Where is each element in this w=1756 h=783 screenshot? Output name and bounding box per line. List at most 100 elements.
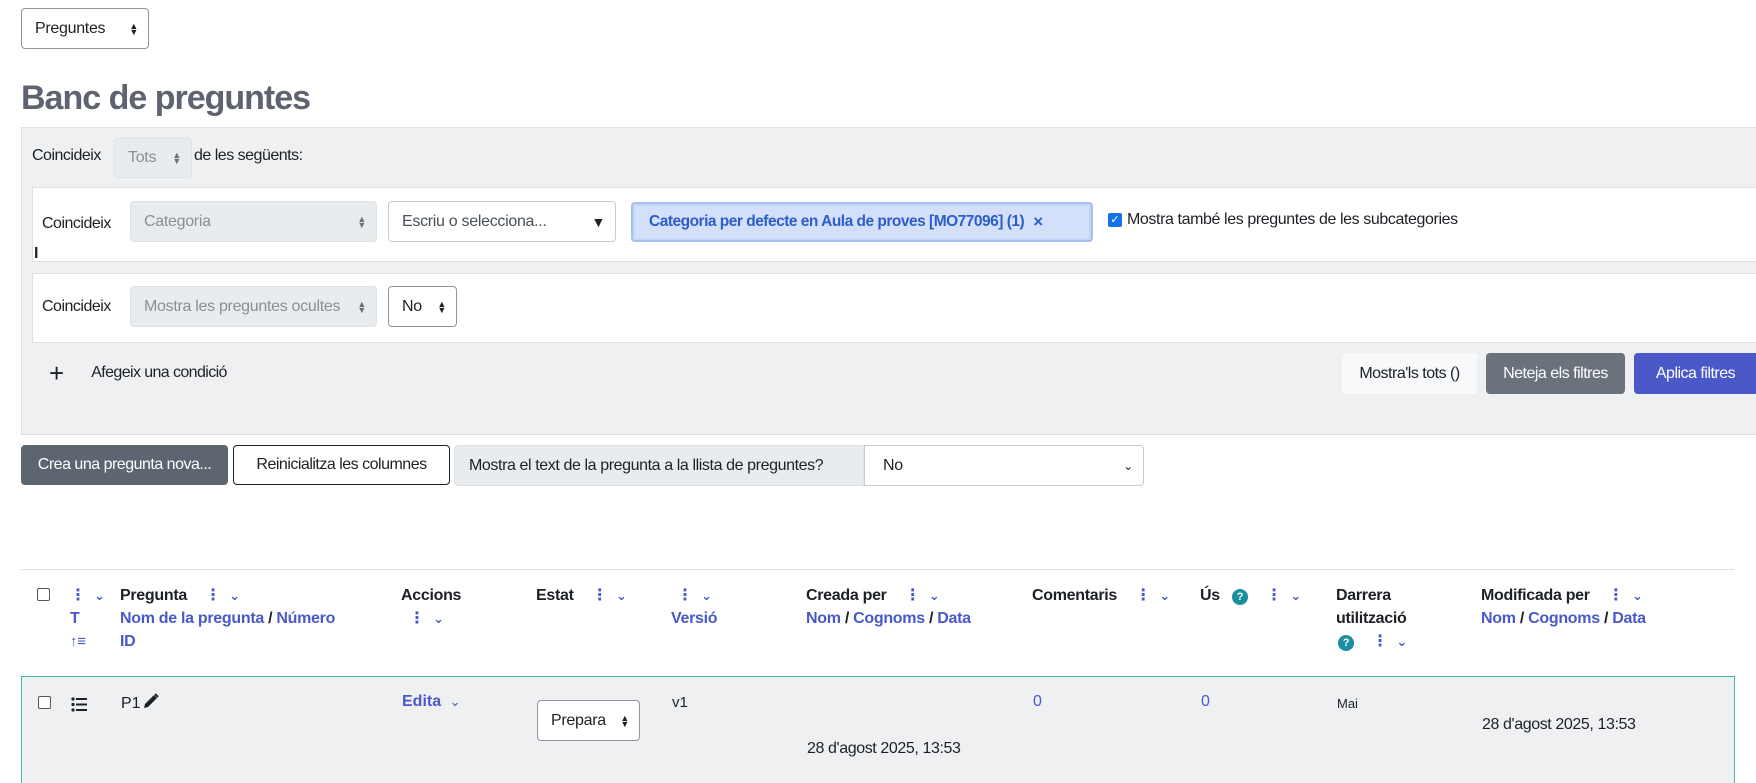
condition-match-label: Coincideix — [42, 298, 111, 315]
chevron-down-icon[interactable]: ⌄ — [616, 588, 627, 603]
show-question-text-select[interactable]: No ⌄ — [864, 445, 1144, 486]
modified-by-column-header: Modificada per ⋮ ⌄ Nom / Cognoms / Data — [1481, 584, 1646, 630]
row-actions-label: Edita — [402, 693, 442, 710]
last-used-column-header: Darrera utilització ? ⋮ ⌄ — [1336, 584, 1407, 653]
column-menu-icon[interactable]: ⋮ — [1608, 587, 1624, 604]
sort-by-firstname-link[interactable]: Nom — [1481, 610, 1516, 627]
plus-icon: + — [49, 358, 65, 388]
column-menu-icon[interactable]: ⋮ — [1372, 633, 1388, 650]
chevron-down-icon[interactable]: ⌄ — [1290, 588, 1301, 603]
chevron-down-icon[interactable]: ⌄ — [94, 588, 105, 603]
column-menu-icon[interactable]: ⋮ — [592, 587, 608, 604]
apply-filters-button[interactable]: Aplica filtres — [1634, 353, 1756, 394]
question-status-value: Prepara — [551, 711, 606, 729]
created-by-column-header: Creada per ⋮ ⌄ Nom / Cognoms / Data — [806, 584, 971, 630]
chevron-down-icon[interactable]: ⌄ — [433, 611, 444, 626]
show-question-text-value: No — [883, 456, 903, 474]
chevron-down-icon[interactable]: ⌄ — [229, 588, 240, 603]
column-menu-icon[interactable]: ⋮ — [905, 587, 921, 604]
condition-type-select[interactable]: Mostra les preguntes ocultes ▲ ▼ — [130, 286, 377, 327]
select-arrows-icon: ▲ ▼ — [129, 20, 138, 37]
join-label: I — [34, 245, 39, 262]
column-menu-icon[interactable]: ⋮ — [1135, 587, 1151, 604]
comments-column-header: Comentaris ⋮ ⌄ — [1032, 584, 1170, 607]
filter-condition-category: Coincideix Categoria ▲ ▼ Escriu o selecci… — [32, 187, 1756, 262]
row-actions-menu[interactable]: Edita ⌄ — [402, 693, 460, 711]
chevron-down-icon: ⌄ — [1123, 458, 1133, 473]
condition-type-select[interactable]: Categoria ▲ ▼ — [130, 201, 377, 242]
add-condition-button[interactable]: + Afegeix una condició — [42, 353, 262, 393]
status-column-header: Estat ⋮ ⌄ — [536, 584, 627, 607]
reset-columns-button[interactable]: Reinicialitza les columnes — [233, 445, 450, 485]
usage-count-link[interactable]: 0 — [1201, 693, 1210, 711]
header-separator: / — [1519, 610, 1524, 627]
actions-header-label: Accions — [401, 587, 462, 604]
category-chip-label: Categoria per defecte en Aula de proves … — [649, 213, 1025, 230]
help-icon[interactable]: ? — [1232, 589, 1249, 605]
last-used-header-label-1: Darrera — [1336, 587, 1391, 604]
select-arrows-icon: ▲ ▼ — [437, 298, 446, 315]
question-column-header: Pregunta ⋮ ⌄ Nom de la pregunta / Número… — [120, 584, 335, 653]
header-separator: / — [844, 610, 849, 627]
multichoice-type-icon — [71, 697, 87, 712]
question-bank-nav-select[interactable]: Preguntes ▲ ▼ — [21, 8, 149, 49]
filter-match-select[interactable]: Tots ▲ ▼ — [114, 138, 192, 178]
remove-chip-icon[interactable]: × — [1033, 212, 1043, 232]
column-menu-icon[interactable]: ⋮ — [205, 587, 221, 604]
header-separator: / — [928, 610, 934, 627]
category-search-input[interactable]: Escriu o selecciona... ▼ — [388, 201, 616, 242]
chevron-down-icon[interactable]: ⌄ — [929, 588, 940, 603]
usage-column-header: Ús ? ⋮ ⌄ — [1200, 584, 1301, 607]
modified-date: 28 d'agost 2025, 13:53 — [1482, 716, 1636, 733]
question-header-label: Pregunta — [120, 587, 187, 604]
nav-select-value: Preguntes — [35, 19, 106, 37]
subcategories-label: Mostra també les preguntes de les subcat… — [1127, 211, 1458, 228]
page-title: Banc de preguntes — [21, 79, 311, 117]
row-select-checkbox[interactable] — [38, 696, 51, 709]
chevron-down-icon[interactable]: ⌄ — [1632, 588, 1643, 603]
selected-category-chip[interactable]: Categoria per defecte en Aula de proves … — [631, 202, 1093, 242]
sort-by-number-link[interactable]: Número — [276, 610, 335, 627]
column-menu-icon[interactable]: ⋮ — [677, 587, 693, 604]
show-all-button[interactable]: Mostra'ls tots () — [1342, 353, 1477, 394]
column-menu-icon[interactable]: ⋮ — [70, 587, 86, 604]
chevron-down-icon[interactable]: ⌄ — [1159, 588, 1170, 603]
select-all-checkbox[interactable] — [37, 588, 50, 601]
question-status-select[interactable]: Prepara ▲ ▼ — [537, 700, 640, 741]
sort-by-name-link[interactable]: Nom de la pregunta — [120, 610, 264, 627]
status-header-label: Estat — [536, 587, 574, 604]
filter-panel: Coincideix Tots ▲ ▼ de les següents: Coin… — [21, 127, 1756, 435]
help-icon[interactable]: ? — [1338, 635, 1354, 651]
sort-by-date-link[interactable]: Data — [937, 610, 971, 627]
hidden-value-select[interactable]: No ▲ ▼ — [388, 286, 457, 327]
type-sort-link[interactable]: T — [70, 610, 80, 627]
show-question-text-label: Mostra el text de la pregunta a la llist… — [454, 445, 864, 486]
dropdown-triangle-icon[interactable]: ▼ — [591, 214, 605, 230]
sort-by-lastname-link[interactable]: Cognoms — [853, 610, 925, 627]
sort-ascending-icon[interactable]: ↑≡ — [70, 633, 86, 650]
sort-by-id-link[interactable]: ID — [120, 633, 136, 650]
edit-pencil-icon[interactable] — [143, 693, 159, 714]
filter-match-label: Coincideix — [32, 147, 101, 164]
sort-by-lastname-link[interactable]: Cognoms — [1528, 610, 1600, 627]
column-menu-icon[interactable]: ⋮ — [1266, 587, 1282, 604]
clear-filters-button[interactable]: Neteja els filtres — [1486, 353, 1625, 394]
last-used-value: Mai — [1337, 696, 1358, 711]
column-menu-icon[interactable]: ⋮ — [409, 610, 425, 627]
create-question-button[interactable]: Crea una pregunta nova... — [21, 445, 228, 485]
condition-type-value: Categoria — [144, 212, 211, 230]
chevron-down-icon[interactable]: ⌄ — [701, 588, 712, 603]
subcategories-checkbox[interactable]: ✓ — [1108, 213, 1122, 227]
comments-count-link[interactable]: 0 — [1033, 693, 1042, 711]
question-version: v1 — [672, 694, 688, 711]
chevron-down-icon[interactable]: ⌄ — [1396, 634, 1407, 649]
sort-by-version-link[interactable]: Versió — [671, 610, 718, 627]
category-search-placeholder: Escriu o selecciona... — [402, 212, 547, 230]
table-row[interactable]: P1 Edita ⌄ Prepara ▲ ▼ v1 28 d'agost 2025… — [21, 676, 1735, 783]
sort-by-firstname-link[interactable]: Nom — [806, 610, 841, 627]
type-column-header[interactable]: ⋮ ⌄ T ↑≡ — [70, 584, 105, 653]
condition-match-label: Coincideix — [42, 215, 111, 232]
select-arrows-icon: ▲ ▼ — [620, 712, 629, 729]
sort-by-date-link[interactable]: Data — [1612, 610, 1646, 627]
header-separator: / — [1603, 610, 1609, 627]
